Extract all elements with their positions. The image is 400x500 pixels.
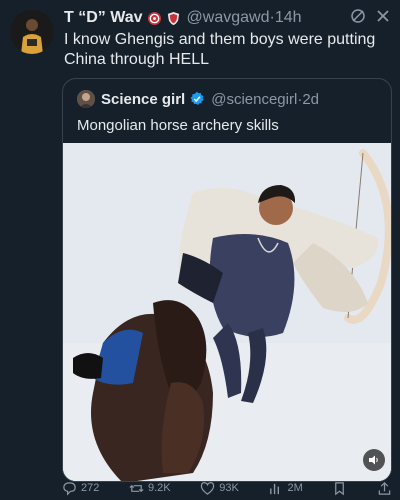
reply-button[interactable]: 272	[62, 481, 99, 496]
share-button[interactable]	[377, 481, 392, 496]
quoted-header: Science girl @sciencegirl · 2d	[77, 90, 319, 108]
quoted-author-name[interactable]: Science girl	[101, 91, 185, 108]
sound-button[interactable]	[363, 449, 385, 471]
tweet-text: I know Ghengis and them boys were puttin…	[64, 31, 376, 68]
sound-icon	[369, 455, 378, 465]
header-icons	[350, 8, 390, 24]
shield-badge-icon	[167, 11, 179, 25]
reply-icon	[63, 481, 76, 496]
views-icon	[270, 483, 280, 494]
video-player[interactable]	[63, 143, 391, 481]
author-name[interactable]: T “D” Wav	[64, 9, 143, 27]
bookmark-button[interactable]	[332, 481, 347, 496]
reply-count: 272	[81, 482, 100, 494]
mute-icon[interactable]	[350, 8, 366, 24]
retweet-button[interactable]: 9.2K	[129, 481, 171, 496]
retweet-count: 9.2K	[147, 482, 171, 494]
tweet-time[interactable]: 14h	[275, 9, 302, 27]
views-count: 2M	[287, 482, 303, 494]
avatar[interactable]	[10, 10, 54, 54]
retweet-icon	[129, 484, 144, 492]
tweet-header: T “D” Wav @wavgawd · 14h	[64, 8, 390, 28]
video-frame	[63, 143, 391, 481]
quoted-avatar[interactable]	[77, 90, 95, 108]
like-icon	[201, 481, 215, 495]
tweet[interactable]: T “D” Wav @wavgawd · 14h I know Ghengis …	[0, 0, 400, 500]
quoted-author-handle[interactable]: @sciencegirl	[211, 91, 297, 108]
like-count: 93K	[219, 482, 239, 494]
quoted-time[interactable]: 2d	[302, 91, 319, 108]
action-bar: 272 9.2K 93K 2M	[62, 478, 392, 498]
author-handle[interactable]: @wavgawd	[187, 9, 270, 27]
bookmark-icon	[335, 481, 345, 495]
quoted-tweet[interactable]: Science girl @sciencegirl · 2d Mongolian…	[62, 78, 392, 482]
verified-icon	[190, 91, 204, 105]
close-icon[interactable]	[376, 9, 390, 23]
views-button[interactable]: 2M	[268, 481, 303, 496]
badge-emblem-icon	[147, 11, 161, 25]
like-button[interactable]: 93K	[200, 481, 239, 496]
share-icon	[378, 481, 391, 495]
quoted-text: Mongolian horse archery skills	[77, 117, 279, 134]
